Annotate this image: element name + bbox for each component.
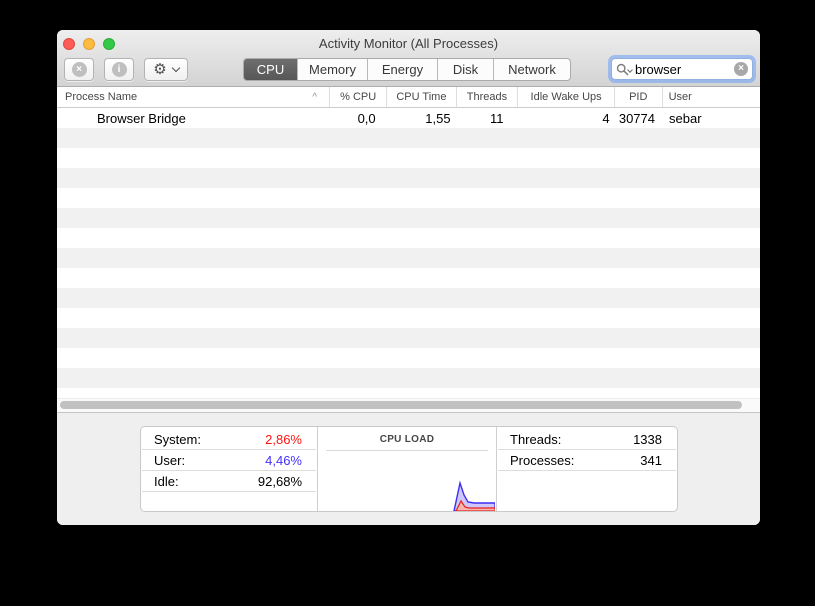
count-row: Threads: 1338 <box>498 429 676 450</box>
cpu-load-section: CPU LOAD <box>318 427 497 511</box>
counts-section: Threads: 1338 Processes: 341 <box>497 427 677 511</box>
count-label: Threads: <box>510 432 561 447</box>
column-label: CPU Time <box>396 91 446 103</box>
gear-icon: ⚙ <box>153 62 166 77</box>
tab-energy[interactable]: Energy <box>368 59 438 80</box>
quit-process-icon: × <box>72 62 87 77</box>
quit-process-button[interactable]: × <box>64 58 94 81</box>
cpu-stat-label: Idle: <box>154 474 179 489</box>
cell-idle-wake-ups: 4 <box>520 108 616 128</box>
cell-pid: 30774 <box>616 108 663 128</box>
cpu-stat-row: Idle: 92,68% <box>142 471 316 492</box>
activity-monitor-window: Activity Monitor (All Processes) × i ⚙ C… <box>57 30 760 525</box>
column-header-idle-wake-ups[interactable]: Idle Wake Ups <box>518 87 615 107</box>
process-table[interactable]: Browser Bridge0,01,5511430774sebar <box>57 108 760 398</box>
cpu-stat-value: 2,86% <box>265 432 302 447</box>
column-label: Process Name <box>65 91 137 103</box>
close-button[interactable] <box>63 38 75 50</box>
column-header-user[interactable]: User <box>663 87 760 107</box>
info-icon: i <box>112 62 127 77</box>
column-label: Threads <box>467 91 507 103</box>
titlebar[interactable]: Activity Monitor (All Processes) <box>57 30 760 57</box>
clear-search-button[interactable]: × <box>734 62 748 76</box>
cell-cpu-time: 1,55 <box>389 108 458 128</box>
cpu-load-title: CPU LOAD <box>318 427 496 445</box>
zoom-button[interactable] <box>103 38 115 50</box>
count-row: Processes: 341 <box>498 450 676 471</box>
search-menu-chevron-icon <box>627 67 633 73</box>
tab-memory[interactable]: Memory <box>298 59 368 80</box>
cell-threads: 11 <box>458 108 520 128</box>
cpu-summary-box: System: 2,86% User: 4,46% Idle: 92,68% CPU LO… <box>140 426 678 512</box>
cell-process-name: Browser Bridge <box>57 108 332 128</box>
column-header-pid[interactable]: PID <box>615 87 663 107</box>
horizontal-scrollbar[interactable] <box>57 398 760 412</box>
cpu-load-graph <box>318 461 495 511</box>
count-value: 1338 <box>633 432 662 447</box>
cpu-stat-label: User: <box>154 453 185 468</box>
inspect-process-button[interactable]: i <box>104 58 134 81</box>
count-value: 341 <box>640 453 662 468</box>
cpu-stat-label: System: <box>154 432 201 447</box>
column-header--cpu[interactable]: % CPU <box>330 87 387 107</box>
column-header-process-name[interactable]: Process Name ^ <box>57 87 330 107</box>
count-label: Processes: <box>510 453 574 468</box>
minimize-button[interactable] <box>83 38 95 50</box>
view-switcher: CPUMemoryEnergyDiskNetwork <box>243 58 571 81</box>
tab-cpu[interactable]: CPU <box>244 59 298 80</box>
search-field[interactable]: × <box>611 58 753 80</box>
column-label: % CPU <box>340 91 376 103</box>
actions-menu-button[interactable]: ⚙ <box>144 58 188 81</box>
table-header: Process Name ^ % CPU CPU Time Threads Idle Wa… <box>57 87 760 108</box>
cell--cpu: 0,0 <box>332 108 389 128</box>
tab-disk[interactable]: Disk <box>438 59 494 80</box>
cell-user: sebar <box>663 108 760 128</box>
column-label: User <box>669 91 692 103</box>
column-header-threads[interactable]: Threads <box>457 87 519 107</box>
cpu-percent-section: System: 2,86% User: 4,46% Idle: 92,68% <box>141 427 318 511</box>
toolbar: × i ⚙ CPUMemoryEnergyDiskNetwork × <box>57 57 760 87</box>
window-title: Activity Monitor (All Processes) <box>57 30 760 58</box>
traffic-lights <box>63 38 115 50</box>
search-input[interactable] <box>633 62 734 77</box>
process-row[interactable]: Browser Bridge0,01,5511430774sebar <box>57 108 760 128</box>
column-header-cpu-time[interactable]: CPU Time <box>387 87 456 107</box>
sort-ascending-icon: ^ <box>312 92 323 103</box>
cpu-stat-value: 4,46% <box>265 453 302 468</box>
cpu-stat-row: User: 4,46% <box>142 450 316 471</box>
cpu-stat-row: System: 2,86% <box>142 429 316 450</box>
window-chrome: Activity Monitor (All Processes) × i ⚙ C… <box>57 30 760 87</box>
cpu-stat-value: 92,68% <box>258 474 302 489</box>
footer-panel: System: 2,86% User: 4,46% Idle: 92,68% CPU LO… <box>57 412 760 525</box>
scrollbar-thumb[interactable] <box>60 401 742 409</box>
column-label: Idle Wake Ups <box>531 91 602 103</box>
tab-network[interactable]: Network <box>494 59 570 80</box>
cpu-load-divider <box>326 450 488 451</box>
chevron-down-icon <box>171 63 179 71</box>
column-label: PID <box>629 91 647 103</box>
